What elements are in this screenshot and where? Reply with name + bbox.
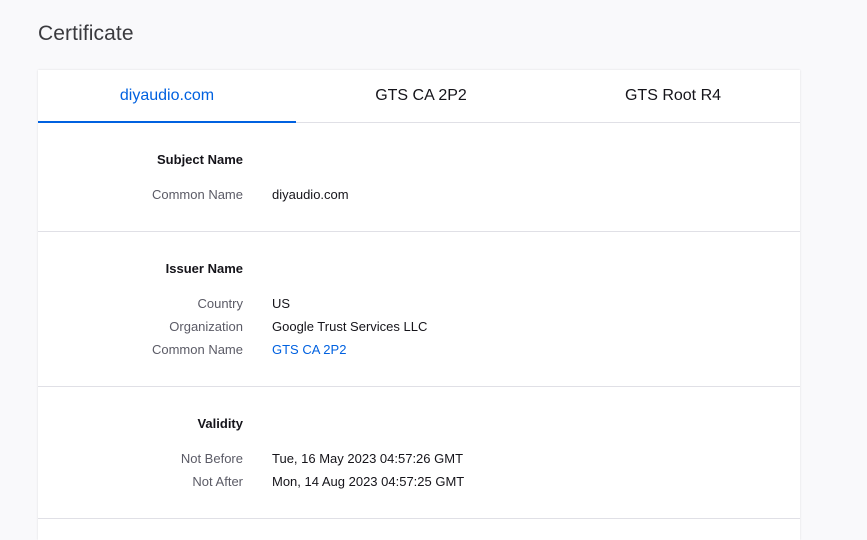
issuer-common-name-row: Common Name GTS CA 2P2 <box>38 342 800 360</box>
not-before-row: Not Before Tue, 16 May 2023 04:57:26 GMT <box>38 451 800 469</box>
subject-common-name-label: Common Name <box>151 187 243 202</box>
not-after-label: Not After <box>192 474 243 489</box>
subject-name-section: Subject Name Common Name diyaudio.com <box>38 123 800 232</box>
tab-diyaudio-com[interactable]: diyaudio.com <box>38 70 296 123</box>
not-before-value: Tue, 16 May 2023 04:57:26 GMT <box>272 451 464 466</box>
issuer-common-name-label: Common Name <box>151 342 243 357</box>
issuer-country-label: Country <box>197 296 243 311</box>
tab-gts-root-r4[interactable]: GTS Root R4 <box>546 70 800 122</box>
issuer-common-name-link[interactable]: GTS CA 2P2 <box>272 342 346 357</box>
subject-common-name-value: diyaudio.com <box>272 187 349 202</box>
issuer-organization-row: Organization Google Trust Services LLC <box>38 319 800 337</box>
page-title: Certificate <box>38 22 134 45</box>
issuer-country-row: Country US <box>38 296 800 314</box>
issuer-name-section: Issuer Name Country US Organization Goog… <box>38 232 800 387</box>
issuer-name-heading: Issuer Name <box>165 261 243 276</box>
issuer-organization-label: Organization <box>169 319 243 334</box>
subject-name-heading: Subject Name <box>157 152 243 167</box>
not-after-value: Mon, 14 Aug 2023 04:57:25 GMT <box>272 474 465 489</box>
not-before-label: Not Before <box>180 451 243 466</box>
subject-common-name-row: Common Name diyaudio.com <box>38 187 800 205</box>
issuer-country-value: US <box>272 296 291 311</box>
issuer-organization-value: Google Trust Services LLC <box>272 319 428 334</box>
not-after-row: Not After Mon, 14 Aug 2023 04:57:25 GMT <box>38 474 800 492</box>
certificate-card: diyaudio.com GTS CA 2P2 GTS Root R4 Subj… <box>38 70 800 540</box>
certificate-tabs: diyaudio.com GTS CA 2P2 GTS Root R4 <box>38 70 800 123</box>
validity-heading: Validity <box>197 416 243 431</box>
validity-section: Validity Not Before Tue, 16 May 2023 04:… <box>38 387 800 519</box>
tab-gts-ca-2p2[interactable]: GTS CA 2P2 <box>296 70 546 122</box>
